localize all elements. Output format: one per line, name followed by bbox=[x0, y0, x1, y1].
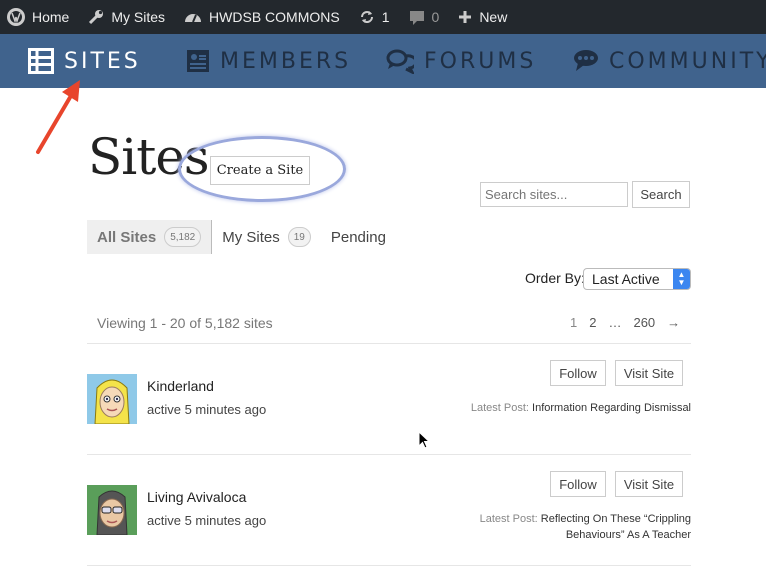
admin-new-link[interactable]: New bbox=[453, 0, 507, 34]
nav-forums[interactable]: FORUMS bbox=[386, 42, 536, 80]
tab-all-sites[interactable]: All Sites 5,182 bbox=[87, 220, 213, 254]
forums-icon bbox=[386, 49, 414, 74]
page-last[interactable]: 260 bbox=[633, 315, 655, 330]
select-arrows-icon: ▲ ▼ bbox=[673, 269, 690, 289]
admin-home-label: Home bbox=[32, 9, 70, 25]
members-icon bbox=[187, 50, 209, 72]
nav-members[interactable]: MEMBERS bbox=[186, 42, 351, 80]
main-nav: SITES MEMBERS FORUMS COMMUNITY bbox=[0, 34, 766, 88]
order-by-select[interactable]: Last Active ▲ ▼ bbox=[583, 268, 691, 290]
page-next[interactable]: → bbox=[667, 315, 680, 330]
site-tabs: All Sites 5,182 My Sites 19 Pending bbox=[87, 220, 386, 254]
admin-bar: Home My Sites HWDSB COMMONS 1 0 New bbox=[0, 0, 766, 34]
site-item: Living Avivaloca active 5 minutes ago Fo… bbox=[87, 471, 691, 568]
admin-site-name: HWDSB COMMONS bbox=[209, 9, 340, 25]
page-2[interactable]: 2 bbox=[589, 315, 596, 330]
comment-icon bbox=[409, 11, 424, 25]
community-icon bbox=[574, 50, 598, 71]
divider bbox=[87, 343, 691, 344]
plus-icon bbox=[459, 11, 472, 23]
nav-community[interactable]: COMMUNITY bbox=[573, 42, 766, 80]
admin-mysites-link[interactable]: My Sites bbox=[83, 0, 165, 34]
tab-pending[interactable]: Pending bbox=[331, 220, 386, 254]
site-avatar[interactable] bbox=[87, 485, 137, 535]
order-by-label: Order By: bbox=[525, 270, 585, 286]
admin-updates-count: 1 bbox=[381, 9, 390, 25]
site-name[interactable]: Living Avivaloca bbox=[147, 489, 246, 505]
site-avatar[interactable] bbox=[87, 374, 137, 424]
nav-sites-label: SITES bbox=[64, 48, 141, 74]
site-activity: active 5 minutes ago bbox=[147, 402, 267, 417]
admin-new-label: New bbox=[479, 9, 508, 25]
nav-community-label: COMMUNITY bbox=[609, 48, 766, 74]
dashboard-icon bbox=[185, 14, 202, 23]
latest-post: Latest Post: Information Regarding Dismi… bbox=[471, 400, 691, 416]
latest-post-prefix: Latest Post: bbox=[470, 402, 529, 414]
visit-site-button[interactable]: Visit Site bbox=[615, 360, 683, 386]
nav-forums-label: FORUMS bbox=[424, 48, 537, 74]
site-item: Kinderland active 5 minutes ago Follow V… bbox=[87, 360, 691, 464]
pagination: 1 2 … 260 → bbox=[570, 315, 680, 330]
site-activity: active 5 minutes ago bbox=[147, 513, 267, 528]
admin-comments-count: 0 bbox=[431, 9, 440, 25]
nav-members-label: MEMBERS bbox=[220, 48, 352, 74]
site-name[interactable]: Kinderland bbox=[147, 378, 214, 394]
admin-comments-link[interactable]: 0 bbox=[404, 0, 440, 34]
divider bbox=[87, 454, 691, 455]
latest-post: Latest Post: Reflecting On These “Crippl… bbox=[480, 511, 691, 543]
tab-all-sites-label: All Sites bbox=[97, 228, 157, 246]
my-sites-count-badge: 19 bbox=[287, 227, 311, 247]
mouse-cursor-icon bbox=[418, 431, 430, 449]
viewing-count: Viewing 1 - 20 of 5,182 sites bbox=[97, 315, 273, 331]
latest-post-link[interactable]: Reflecting On These “Crippling bbox=[541, 513, 691, 525]
wrench-icon bbox=[89, 10, 104, 25]
latest-post-prefix: Latest Post: bbox=[479, 513, 538, 525]
search-button[interactable]: Search bbox=[632, 181, 690, 208]
updates-icon bbox=[360, 11, 373, 23]
admin-home-link[interactable]: Home bbox=[2, 0, 69, 34]
sites-icon bbox=[28, 48, 54, 74]
page-ellipsis: … bbox=[608, 315, 622, 330]
admin-site-link[interactable]: HWDSB COMMONS bbox=[179, 0, 340, 34]
nav-sites[interactable]: SITES bbox=[28, 42, 141, 80]
tab-my-sites-label: My Sites bbox=[222, 228, 280, 246]
latest-post-link[interactable]: Information Regarding Dismissal bbox=[532, 402, 691, 414]
all-sites-count-badge: 5,182 bbox=[164, 227, 202, 247]
follow-button[interactable]: Follow bbox=[550, 360, 606, 386]
order-by-value: Last Active bbox=[592, 271, 660, 287]
visit-site-button[interactable]: Visit Site bbox=[615, 471, 683, 497]
tab-my-sites[interactable]: My Sites 19 bbox=[212, 220, 311, 254]
admin-mysites-label: My Sites bbox=[111, 9, 166, 25]
annotation-arrow-icon bbox=[36, 80, 80, 154]
create-site-button[interactable]: Create a Site bbox=[210, 156, 310, 185]
admin-updates-link[interactable]: 1 bbox=[354, 0, 390, 34]
page-1: 1 bbox=[570, 315, 578, 330]
wordpress-icon bbox=[7, 8, 25, 26]
follow-button[interactable]: Follow bbox=[550, 471, 606, 497]
divider bbox=[87, 565, 691, 566]
search-input[interactable] bbox=[480, 182, 628, 207]
tab-pending-label: Pending bbox=[330, 228, 386, 246]
latest-post-link-continued[interactable]: Behaviours” As A Teacher bbox=[566, 529, 691, 541]
